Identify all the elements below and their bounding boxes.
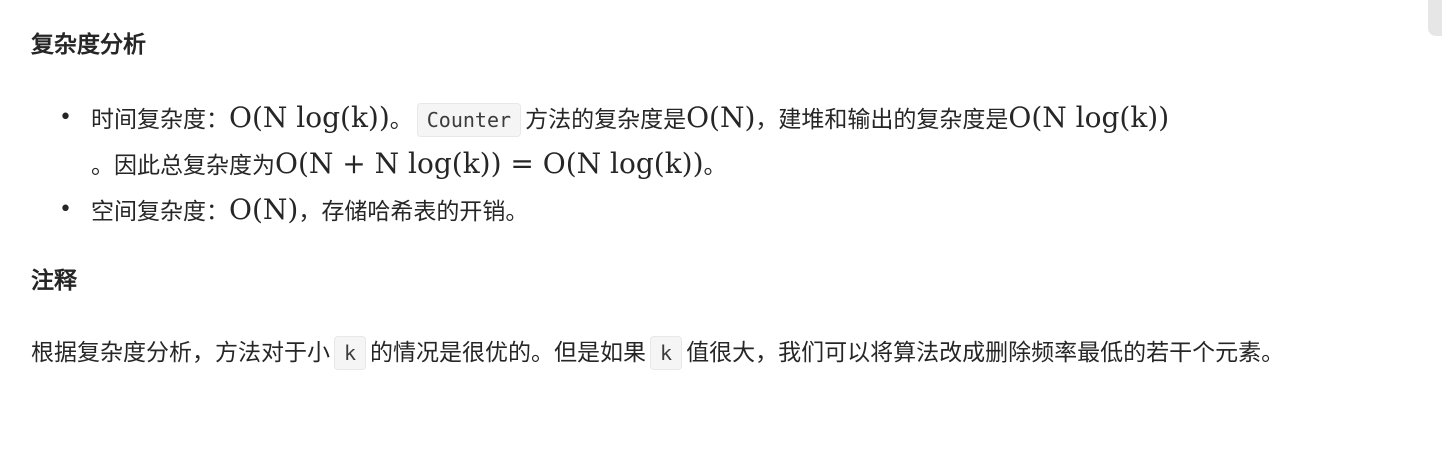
note-paragraph: 根据复杂度分析，方法对于小 k 的情况是很优的。但是如果 k 值很大，我们可以将算法改成… <box>31 330 1416 376</box>
scrollbar[interactable] <box>1428 0 1442 36</box>
list-item-time: • 时间复杂度：O(N log(k))。 Counter 方法的复杂度是O(N)，建… <box>31 96 1411 188</box>
code-k-2: k <box>650 336 683 370</box>
time-text-3: ，建堆和输出的复杂度是 <box>755 107 1009 133</box>
space-formula: O(N) <box>229 193 299 226</box>
time-label: 时间复杂度： <box>91 107 229 133</box>
formula-heap: O(N log(k)) <box>1008 101 1170 134</box>
space-label: 空间复杂度： <box>91 199 229 225</box>
time-text-4: 。因此总复杂度为 <box>91 153 275 179</box>
code-counter: Counter <box>416 103 522 137</box>
note-text-1: 根据复杂度分析，方法对于小 <box>31 340 330 366</box>
section-heading-complexity: 复杂度分析 <box>31 32 146 58</box>
note-text-2: 的情况是很优的。但是如果 <box>370 340 647 366</box>
bullet-icon: • <box>59 105 72 130</box>
formula-total: O(N + N log(k)) = O(N log(k)) <box>275 147 704 180</box>
time-text-5: 。 <box>703 153 727 179</box>
note-text-3: 值很大，我们可以将算法改成删除频率最低的若干个元素。 <box>686 340 1285 366</box>
space-text: ，存储哈希表的开销。 <box>298 199 529 225</box>
time-period: 。 <box>389 107 413 133</box>
bullet-icon: • <box>59 197 72 222</box>
section-heading-notes: 注释 <box>31 268 77 294</box>
time-formula: O(N log(k)) <box>229 101 390 134</box>
code-k-1: k <box>334 336 367 370</box>
complexity-list: • 时间复杂度：O(N log(k))。 Counter 方法的复杂度是O(N)，建… <box>31 96 1411 234</box>
list-item-space: • 空间复杂度：O(N)，存储哈希表的开销。 <box>31 188 1411 234</box>
time-text-2: 方法的复杂度是 <box>525 107 687 133</box>
formula-on: O(N) <box>686 101 756 134</box>
